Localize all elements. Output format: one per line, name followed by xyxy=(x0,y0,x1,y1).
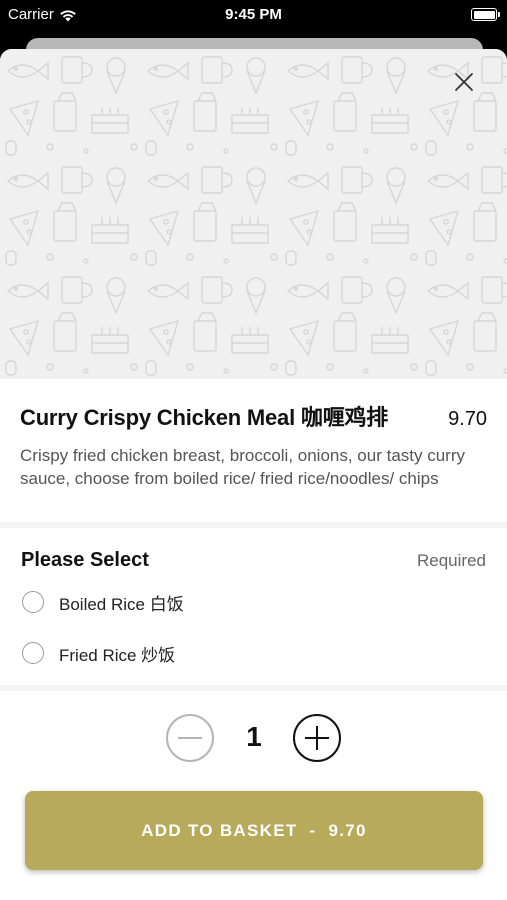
option-fried-rice[interactable]: Fried Rice 炒饭 xyxy=(22,637,485,669)
quantity-value: 1 xyxy=(246,721,262,752)
close-icon xyxy=(455,73,473,91)
radio-button[interactable] xyxy=(22,642,44,664)
option-label: Fried Rice 炒饭 xyxy=(59,645,176,665)
quantity-stepper: 1 xyxy=(0,713,507,763)
status-bar: Carrier 9:45 PM xyxy=(0,0,507,30)
required-label: Required xyxy=(417,550,486,570)
radio-button[interactable] xyxy=(22,591,44,613)
add-to-basket-separator: - xyxy=(309,820,317,840)
increase-quantity-button[interactable] xyxy=(292,713,342,763)
item-title: Curry Crispy Chicken Meal 咖喱鸡排 xyxy=(20,405,389,430)
options-title: Please Select xyxy=(21,549,149,571)
item-description: Crispy fried chicken breast, broccoli, o… xyxy=(20,446,466,488)
item-header: Curry Crispy Chicken Meal 咖喱鸡排 9.70 xyxy=(20,400,487,432)
close-button[interactable] xyxy=(451,69,477,95)
plus-icon xyxy=(293,714,341,762)
add-to-basket-label: ADD TO BASKET xyxy=(141,820,298,840)
clock: 9:45 PM xyxy=(225,6,282,23)
section-divider xyxy=(0,522,507,528)
food-pattern xyxy=(0,49,507,379)
item-price: 9.70 xyxy=(448,408,487,430)
add-to-basket-price: 9.70 xyxy=(328,820,367,840)
battery-icon xyxy=(471,8,500,21)
option-label: Boiled Rice 白饭 xyxy=(59,594,184,614)
item-detail-sheet: Curry Crispy Chicken Meal 咖喱鸡排 9.70 Cris… xyxy=(0,49,507,900)
options-header: Please Select Required xyxy=(21,549,486,572)
minus-icon xyxy=(166,714,214,762)
item-image-placeholder xyxy=(0,49,507,379)
add-to-basket-button[interactable]: ADD TO BASKET - 9.70 xyxy=(25,791,483,870)
option-boiled-rice[interactable]: Boiled Rice 白饭 xyxy=(22,586,485,618)
decrease-quantity-button[interactable] xyxy=(165,713,215,763)
section-divider xyxy=(0,685,507,691)
